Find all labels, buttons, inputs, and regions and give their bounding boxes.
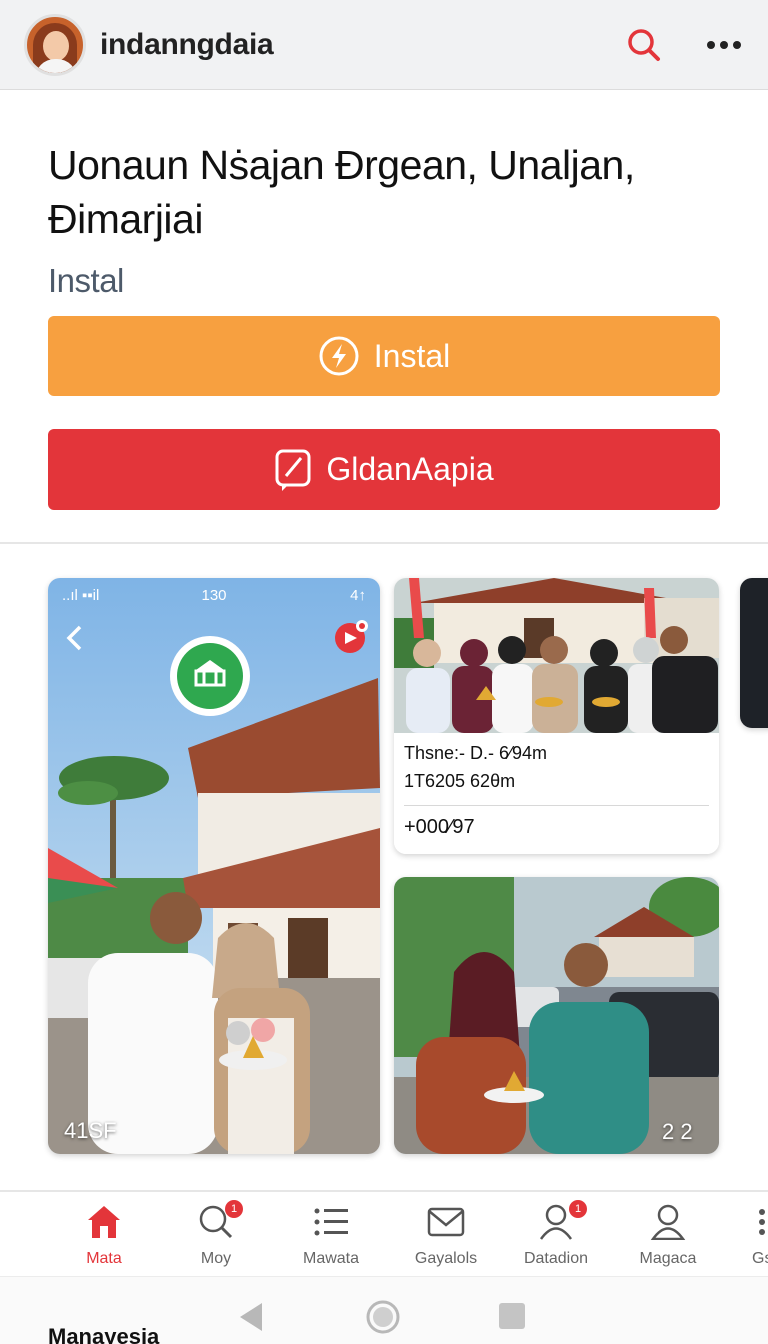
user-icon [650, 1204, 686, 1240]
page-subtitle: Instal [48, 262, 124, 299]
install-button[interactable]: Instal [48, 316, 720, 396]
nav-label-search: Moy [200, 1250, 232, 1267]
nav-item-mail[interactable]: Gayalols [391, 1202, 501, 1268]
feed-card-main[interactable]: ..ıl ▪▪il 130 4↑ 41SF [48, 578, 380, 1154]
secondary-button[interactable]: GldanAapia [48, 429, 720, 510]
status-time: 130 [201, 586, 227, 604]
card-a-caption: Thsne:- D.- 6⁄94m 1T6205 62θm +000⁄97 [394, 733, 719, 854]
feed-card-b[interactable]: 2 2 [394, 877, 719, 1154]
record-icon[interactable] [334, 618, 370, 654]
search-icon [628, 28, 660, 61]
feed-image-b [394, 877, 719, 1154]
nav-label-user: Magaca [639, 1250, 697, 1267]
nav-label-home: Mata [86, 1250, 122, 1267]
more-options-button[interactable] [704, 25, 744, 65]
page-title: Uonaun Nṡajan Ðrgean, Unaljan, Ðimarjiai [48, 142, 635, 242]
card-a-line2: 1T6205 62θm [404, 771, 516, 791]
system-back-icon[interactable] [238, 1301, 264, 1333]
username[interactable]: indanngdaia [100, 28, 274, 62]
nav-item-more[interactable]: Gs [742, 1202, 768, 1268]
install-button-label: Instal [373, 337, 451, 374]
main-card-overlay-text: 41SF [64, 1118, 117, 1143]
nav-item-profile[interactable]: 1 Datadion [501, 1200, 611, 1268]
nav-item-search[interactable]: 1 Moy [161, 1200, 271, 1268]
lightning-icon [319, 336, 359, 376]
section-divider [0, 542, 768, 544]
feed-card-peek[interactable] [740, 578, 768, 728]
more-icon [759, 1209, 765, 1235]
system-recents-icon[interactable] [497, 1301, 527, 1331]
search-button[interactable] [624, 25, 664, 65]
top-bar: indanngdaia [0, 0, 768, 90]
nav-label-mail: Gayalols [414, 1250, 478, 1267]
store-logo-icon[interactable] [168, 634, 252, 718]
card-a-line1: Thsne:- D.- 6⁄94m [404, 743, 548, 763]
card-a-rule [404, 805, 709, 806]
nav-item-home[interactable]: Mata [49, 1202, 159, 1268]
secondary-button-label: GldanAapia [326, 451, 494, 487]
edit-icon [275, 449, 311, 491]
nav-label-list: Mawata [302, 1250, 360, 1267]
card-b-overlay-text: 2 2 [662, 1119, 693, 1144]
feed-card-a[interactable]: Thsne:- D.- 6⁄94m 1T6205 62θm +000⁄97 [394, 578, 719, 854]
avatar[interactable] [24, 13, 86, 76]
nav-badge-profile: 1 [569, 1200, 587, 1218]
system-home-icon[interactable] [365, 1299, 401, 1335]
feed-image-a [394, 578, 719, 733]
back-chevron-icon[interactable] [64, 624, 84, 652]
nav-label-profile: Datadion [523, 1250, 589, 1267]
nav-label-more: Gs [752, 1250, 768, 1267]
more-dots-icon [707, 40, 741, 49]
mail-icon [427, 1207, 465, 1237]
nav-item-user[interactable]: Magaca [613, 1202, 723, 1268]
phone-status-bar: ..ıl ▪▪il 130 4↑ [48, 578, 380, 612]
list-icon [314, 1208, 348, 1236]
card-a-value: +000⁄97 [404, 816, 475, 838]
bottom-label: Manayesia [48, 1324, 160, 1344]
home-icon [88, 1206, 120, 1238]
nav-item-list[interactable]: Mawata [276, 1202, 386, 1268]
bottom-nav: Mata 1 Moy Mawata Gayalols 1 Datadion Ma… [0, 1190, 768, 1276]
nav-badge-search: 1 [225, 1200, 243, 1218]
